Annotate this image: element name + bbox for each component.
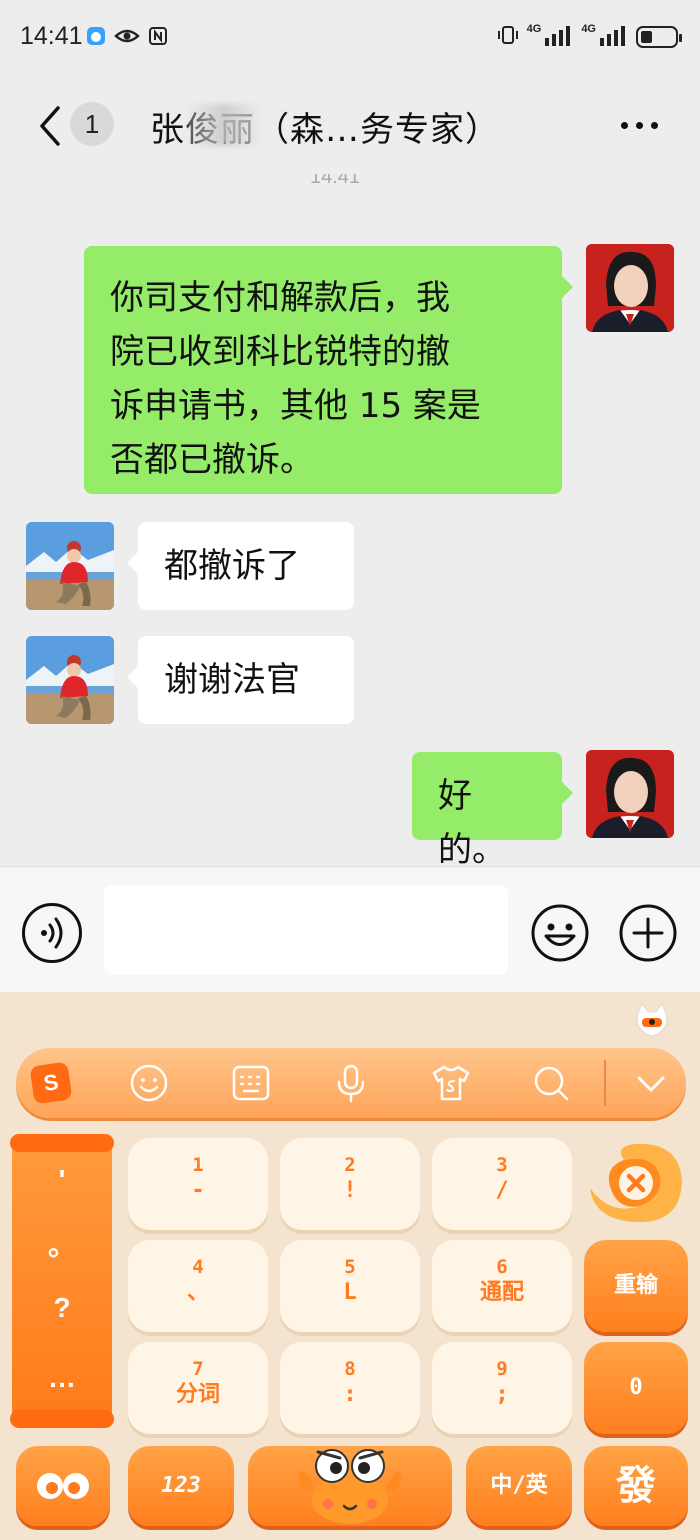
chevron-left-icon bbox=[40, 106, 60, 146]
network-type-label: 4G bbox=[581, 23, 596, 35]
battery-icon bbox=[636, 26, 682, 48]
microphone-icon[interactable] bbox=[330, 1062, 372, 1104]
message-input[interactable] bbox=[104, 885, 508, 975]
key-4[interactable]: 4、 bbox=[128, 1240, 268, 1332]
punctuation-key[interactable]: ? bbox=[12, 1292, 112, 1324]
portrait-avatar-image bbox=[586, 244, 674, 332]
message-bubble-self[interactable]: 你司支付和解款后，我 院已收到科比锐特的撤 诉申请书，其他 15 案是 否都已撤… bbox=[84, 246, 562, 494]
punctuation-key[interactable]: 。 bbox=[12, 1224, 112, 1264]
dot-icon bbox=[651, 122, 658, 129]
avatar-self[interactable] bbox=[586, 244, 674, 332]
voice-input-button[interactable] bbox=[22, 903, 82, 963]
timestamp: 14:41 bbox=[310, 174, 361, 188]
message-text-line: 否都已撤诉。 bbox=[110, 440, 314, 480]
message-list[interactable]: 14:41 你司支付和解款后，我 院已收到科比锐特的撤 诉申请书，其他 15 案… bbox=[0, 174, 700, 866]
send-key[interactable]: 發 bbox=[584, 1446, 688, 1526]
keyboard-toolbar: S bbox=[16, 1048, 686, 1118]
bubble-tail bbox=[561, 781, 573, 805]
message-text-line: 院已收到科比锐特的撤 bbox=[110, 332, 450, 372]
more-options-button[interactable] bbox=[621, 122, 658, 129]
emoji-panel-icon[interactable] bbox=[128, 1062, 170, 1104]
portrait-avatar-image bbox=[586, 750, 674, 838]
zero-key[interactable]: 0 bbox=[584, 1342, 688, 1434]
bubble-tail bbox=[561, 275, 573, 299]
network-type-label: 4G bbox=[526, 23, 542, 35]
nfc-icon bbox=[148, 26, 168, 50]
landscape-avatar-image bbox=[26, 636, 114, 724]
vibrate-icon bbox=[497, 24, 519, 50]
message-text: 好的。 bbox=[438, 776, 506, 866]
key-3[interactable]: 3/ bbox=[432, 1138, 572, 1230]
message-text-line: 诉申请书，其他 15 案是 bbox=[110, 386, 481, 426]
message-bubble-contact[interactable]: 谢谢法官 bbox=[138, 636, 354, 724]
reinput-key[interactable]: 重输 bbox=[584, 1240, 688, 1332]
toolbar-divider bbox=[604, 1060, 606, 1106]
punctuation-column[interactable]: ' 。 ? … bbox=[10, 1134, 114, 1428]
dot-icon bbox=[636, 122, 643, 129]
key-6[interactable]: 6 通配 bbox=[432, 1240, 572, 1332]
avatar-contact[interactable] bbox=[26, 636, 114, 724]
avatar-self[interactable] bbox=[586, 750, 674, 838]
skin-shirt-icon[interactable] bbox=[430, 1062, 472, 1104]
delete-icon bbox=[590, 1143, 682, 1223]
emoji-button[interactable] bbox=[530, 903, 590, 963]
message-bubble-self[interactable]: 好的。 bbox=[412, 752, 562, 866]
keyboard-skin-mascot-icon[interactable] bbox=[632, 1000, 672, 1040]
dot-icon bbox=[621, 122, 628, 129]
number-mode-key[interactable]: 123 bbox=[128, 1446, 234, 1526]
key-2[interactable]: 2! bbox=[280, 1138, 420, 1230]
signal-icon bbox=[545, 24, 573, 50]
plus-icon bbox=[619, 904, 677, 962]
landscape-avatar-image bbox=[26, 522, 114, 610]
status-bar: 14:41 4G 4G bbox=[0, 0, 700, 78]
key-9[interactable]: 9; bbox=[432, 1342, 572, 1434]
sogou-logo-button[interactable]: S bbox=[29, 1061, 73, 1105]
message-text-line: 你司支付和解款后，我 bbox=[110, 278, 450, 318]
ime-keyboard: S ' 。 ? … 1 - 2 ! 3 / 4 、 5 L 6 通配 7 分词 … bbox=[0, 992, 700, 1540]
chat-header: 1 张俊丽（森…务专家） bbox=[0, 78, 700, 174]
key-7[interactable]: 7 分词 bbox=[128, 1342, 268, 1434]
input-bar bbox=[0, 866, 700, 992]
message-text: 都撤诉了 bbox=[164, 546, 300, 586]
smiley-icon bbox=[531, 904, 589, 962]
language-switch-key[interactable]: 中/英 bbox=[466, 1446, 572, 1526]
punctuation-key[interactable]: ' bbox=[12, 1164, 112, 1196]
eye-icon bbox=[114, 26, 140, 50]
search-icon[interactable] bbox=[530, 1062, 572, 1104]
status-time: 14:41 bbox=[20, 22, 83, 50]
key-1[interactable]: 1- bbox=[128, 1138, 268, 1230]
delete-key[interactable] bbox=[584, 1136, 688, 1230]
key-5[interactable]: 5L bbox=[280, 1240, 420, 1332]
key-8[interactable]: 8: bbox=[280, 1342, 420, 1434]
keyboard-layout-icon[interactable] bbox=[230, 1062, 272, 1104]
eyes-icon bbox=[37, 1473, 89, 1499]
chevron-down-icon[interactable] bbox=[630, 1062, 672, 1104]
redacted-blur bbox=[186, 104, 262, 146]
message-text: 谢谢法官 bbox=[164, 660, 300, 700]
space-key[interactable] bbox=[248, 1446, 452, 1526]
crab-mascot-icon bbox=[298, 1449, 402, 1524]
signal-icon bbox=[600, 24, 628, 50]
voice-icon bbox=[41, 917, 63, 949]
back-button[interactable] bbox=[32, 104, 72, 148]
more-functions-button[interactable] bbox=[618, 903, 678, 963]
punctuation-key[interactable]: … bbox=[12, 1362, 112, 1394]
weather-icon bbox=[86, 26, 106, 50]
avatar-contact[interactable] bbox=[26, 522, 114, 610]
message-bubble-contact[interactable]: 都撤诉了 bbox=[138, 522, 354, 610]
unread-count-badge[interactable]: 1 bbox=[70, 102, 114, 146]
emoji-face-key[interactable] bbox=[16, 1446, 110, 1526]
